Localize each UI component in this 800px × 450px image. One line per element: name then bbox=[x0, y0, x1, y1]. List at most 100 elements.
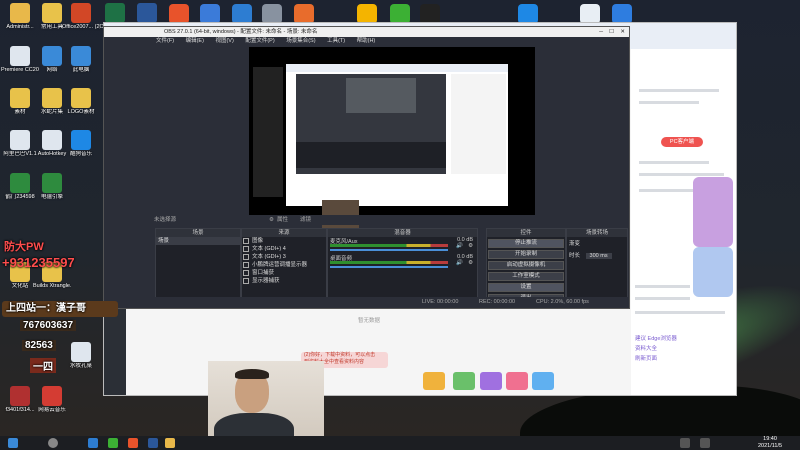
settings-button[interactable]: 设置 bbox=[488, 283, 564, 292]
start-recording-button[interactable]: 开始录制 bbox=[488, 250, 564, 259]
promo-tile[interactable] bbox=[506, 372, 528, 390]
transition-select[interactable]: 渐变 bbox=[567, 237, 627, 249]
cortana-icon[interactable] bbox=[48, 438, 58, 448]
close-icon[interactable]: ✕ bbox=[620, 27, 625, 37]
gear-icon[interactable]: ⚙ bbox=[468, 243, 473, 249]
stop-stream-button[interactable]: 停止推流 bbox=[488, 239, 564, 248]
duration-input[interactable]: 300 ms bbox=[585, 253, 612, 259]
virtual-camera-button[interactable]: 启动虚拟摄像机 bbox=[488, 261, 564, 270]
scenes-header: 场景 bbox=[156, 229, 240, 237]
h-app-icon bbox=[42, 173, 62, 193]
app-icon[interactable] bbox=[88, 438, 98, 448]
promo-tile[interactable] bbox=[480, 372, 502, 390]
controls-header: 控件 bbox=[487, 229, 565, 237]
obs-preview[interactable] bbox=[249, 47, 535, 230]
right-panel-link[interactable]: 资料大全 bbox=[635, 344, 732, 352]
security-icon[interactable] bbox=[232, 4, 252, 24]
menu-scene-collection[interactable]: 场景集合(S) bbox=[286, 38, 315, 44]
desktop-icon[interactable]: 网易云音乐 bbox=[33, 386, 71, 414]
maximize-icon[interactable]: ☐ bbox=[609, 27, 614, 37]
network-icon bbox=[42, 46, 62, 66]
kingsoft-icon[interactable] bbox=[169, 4, 189, 24]
volume-slider[interactable] bbox=[330, 266, 448, 268]
chrome-icon[interactable] bbox=[200, 4, 220, 24]
tray-icon[interactable] bbox=[700, 438, 710, 448]
mixer-channel: 麦克风/Aux 0.0 dB 🔊 ⚙ bbox=[330, 237, 473, 251]
mountain-app-icon[interactable] bbox=[518, 4, 538, 24]
menu-view[interactable]: 视图(V) bbox=[215, 38, 233, 44]
app-icon[interactable] bbox=[165, 438, 175, 448]
start-icon[interactable] bbox=[8, 438, 18, 448]
desktop-icon[interactable]: LOGO素材 bbox=[62, 88, 100, 116]
center-empty-text: 暂无数据 bbox=[358, 318, 381, 324]
obs-title: OBS 27.0.1 (64-bit, windows) - 配置文件: 未命名… bbox=[164, 29, 318, 35]
menu-help[interactable]: 帮助(H) bbox=[357, 38, 376, 44]
tray-icon[interactable] bbox=[680, 438, 690, 448]
rec-status: REC: 00:00:00 bbox=[479, 299, 516, 305]
preview-left-icons bbox=[253, 67, 283, 197]
desktop-icon[interactable]: 电疆引擎 bbox=[33, 173, 71, 201]
obs-window[interactable]: OBS 27.0.1 (64-bit, windows) - 配置文件: 未命名… bbox=[103, 26, 630, 309]
volume-slider[interactable] bbox=[330, 249, 448, 251]
studio-mode-button[interactable]: 工作室模式 bbox=[488, 272, 564, 281]
pc-client-badge[interactable]: PC客户端 bbox=[661, 137, 703, 147]
speaker-icon[interactable]: 🔊 bbox=[456, 260, 463, 266]
document-icon bbox=[42, 130, 62, 150]
app-icon[interactable] bbox=[262, 4, 282, 24]
h-app-icon bbox=[10, 173, 30, 193]
source-item[interactable]: 文本 (GDI+) 4 bbox=[242, 245, 326, 253]
netease-music-icon bbox=[42, 386, 62, 406]
properties-button[interactable]: 属性 bbox=[277, 215, 288, 225]
app-icon[interactable] bbox=[294, 4, 314, 24]
right-panel-link[interactable]: 建议 Edge浏览器 bbox=[635, 334, 732, 342]
speaker-icon[interactable]: 🔊 bbox=[456, 243, 463, 249]
filters-button[interactable]: 滤镜 bbox=[300, 215, 311, 225]
mixer-channel: 桌面音频 0.0 dB 🔊 ⚙ bbox=[330, 254, 473, 268]
game-icon[interactable] bbox=[357, 4, 377, 24]
scene-item[interactable]: 场景 bbox=[156, 237, 240, 245]
gear-icon[interactable]: ⚙ bbox=[269, 215, 274, 225]
powerpoint-icon bbox=[71, 3, 91, 23]
desktop-icon-label: 电疆引擎 bbox=[40, 194, 63, 200]
menu-tools[interactable]: 工具(T) bbox=[327, 38, 345, 44]
qq-icon[interactable] bbox=[420, 4, 440, 24]
app-icon[interactable] bbox=[128, 438, 138, 448]
source-item[interactable]: 窗口捕获 bbox=[242, 269, 326, 277]
app-icon[interactable] bbox=[108, 438, 118, 448]
source-item[interactable]: 图像 bbox=[242, 237, 326, 245]
desktop-icon[interactable]: 此电脑 bbox=[62, 46, 100, 74]
promo-tile[interactable] bbox=[423, 372, 445, 390]
browser-right-panel: PC客户端 建议 Edge浏览器 资料大全 刷新页面 bbox=[631, 49, 736, 395]
menu-file[interactable]: 文件(F) bbox=[156, 38, 174, 44]
desktop-icon[interactable]: 水牧孔桌 bbox=[62, 342, 100, 370]
obs-menubar: 文件(F) 编辑(E) 视图(V) 配置文件(P) 场景集合(S) 工具(T) … bbox=[104, 37, 629, 46]
number-overlay: 82563 bbox=[22, 340, 56, 351]
minimize-icon[interactable]: ─ bbox=[599, 27, 603, 37]
menu-profile[interactable]: 配置文件(P) bbox=[245, 38, 274, 44]
promo-tile[interactable] bbox=[453, 372, 475, 390]
desktop-icon-label: 酷狗音乐 bbox=[69, 151, 92, 157]
mixer-dock: 混音器 麦克风/Aux 0.0 dB 🔊 ⚙ 桌面音频 0.0 dB 🔊 ⚙ bbox=[327, 228, 478, 306]
source-item[interactable]: 文本 (GDI+) 3 bbox=[242, 253, 326, 261]
wechat-icon[interactable] bbox=[390, 4, 410, 24]
source-item[interactable]: 显示器捕获 bbox=[242, 277, 326, 285]
desktop-icon-label: 网易云音乐 bbox=[38, 407, 66, 413]
obs-titlebar: OBS 27.0.1 (64-bit, windows) - 配置文件: 未命名… bbox=[104, 27, 629, 37]
desktop-icon-label: 水牧孔桌 bbox=[69, 363, 92, 369]
clock[interactable]: 19:40 2021/11/5 bbox=[758, 436, 782, 450]
promo-graphic-2 bbox=[693, 247, 733, 297]
feishu-icon[interactable] bbox=[612, 4, 632, 24]
desktop-icon-label: Office2007... (2)打开PPT bbox=[62, 24, 100, 30]
app-icon[interactable] bbox=[148, 438, 158, 448]
promo-tile[interactable] bbox=[532, 372, 554, 390]
desktop-icon[interactable]: 酷狗音乐 bbox=[62, 130, 100, 158]
user-folder-icon bbox=[10, 3, 30, 23]
live-status: LIVE: 00:00:00 bbox=[422, 299, 459, 305]
media-icon bbox=[10, 386, 30, 406]
source-item[interactable]: 小鹏牌运营调播显示器 bbox=[242, 261, 326, 269]
menu-edit[interactable]: 编辑(E) bbox=[186, 38, 204, 44]
desktop-icon[interactable]: Office2007... (2)打开PPT bbox=[62, 3, 100, 31]
app-icon[interactable] bbox=[580, 4, 600, 24]
gear-icon[interactable]: ⚙ bbox=[468, 260, 473, 266]
right-panel-link[interactable]: 刷新页面 bbox=[635, 354, 732, 362]
